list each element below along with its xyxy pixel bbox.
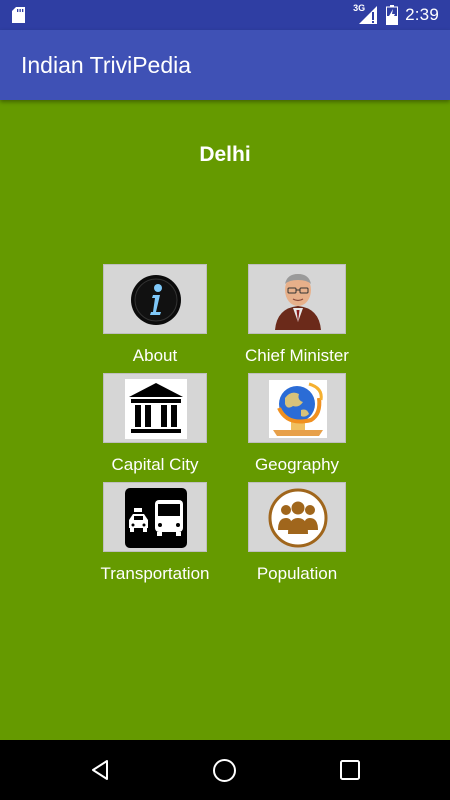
taxi-bus-icon — [125, 488, 187, 548]
globe-icon — [269, 380, 327, 438]
home-icon[interactable] — [212, 758, 237, 783]
info-icon — [131, 275, 181, 325]
about-button[interactable] — [103, 264, 207, 334]
signal-icon: 3G — [353, 3, 379, 26]
population-button[interactable] — [248, 482, 346, 552]
page-heading: Delhi — [199, 143, 251, 166]
navigation-bar — [0, 740, 450, 800]
app-bar: Indian TriviPedia — [0, 30, 450, 100]
government-building-icon — [125, 379, 187, 439]
chief-minister-label: Chief Minister — [245, 346, 349, 365]
chief-minister-portrait-icon — [275, 274, 321, 330]
status-bar: 3G 2:39 — [0, 0, 450, 30]
recents-icon[interactable] — [339, 759, 361, 781]
chief-minister-button[interactable] — [248, 264, 346, 334]
capital-city-button[interactable] — [103, 373, 207, 443]
population-label: Population — [256, 564, 338, 583]
geography-button[interactable] — [248, 373, 346, 443]
battery-charging-icon — [386, 5, 399, 25]
app-title: Indian TriviPedia — [21, 52, 192, 78]
geography-label: Geography — [254, 455, 340, 474]
clock: 2:39 — [405, 5, 439, 24]
back-icon[interactable] — [88, 758, 112, 782]
people-group-icon — [268, 488, 328, 548]
sd-card-icon — [12, 7, 25, 23]
transportation-button[interactable] — [103, 482, 207, 552]
